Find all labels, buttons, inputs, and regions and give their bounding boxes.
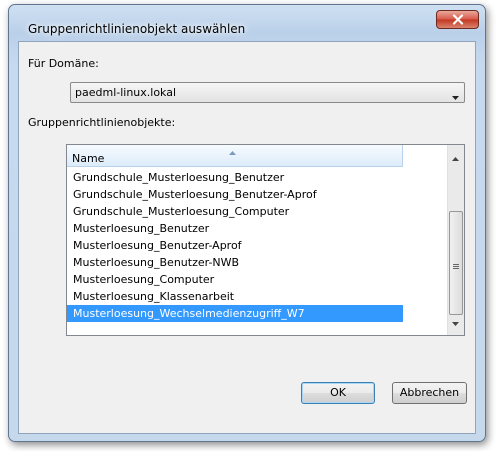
list-item[interactable]: Musterloesung_Benutzer-Aprof (67, 237, 403, 254)
list-item[interactable]: Grundschule_Musterloesung_Benutzer (67, 169, 403, 186)
gpo-label: Gruppenrichtlinienobjekte: (28, 116, 176, 129)
list-item[interactable]: Grundschule_Musterloesung_Benutzer-Aprof (67, 186, 403, 203)
title-bar[interactable]: Gruppenrichtlinienobjekt auswählen (9, 5, 485, 36)
scroll-down-icon[interactable] (452, 316, 459, 329)
chevron-down-icon (452, 90, 459, 103)
scrollbar-thumb[interactable] (449, 211, 463, 315)
domain-select-value: paedml-linux.lokal (75, 86, 177, 99)
list-item[interactable]: Grundschule_Musterloesung_Computer (67, 203, 403, 220)
column-header-label: Name (72, 152, 105, 165)
dialog-window: Gruppenrichtlinienobjekt auswählen Für D… (8, 4, 486, 442)
list-item[interactable]: Musterloesung_Benutzer-NWB (67, 254, 403, 271)
window-title: Gruppenrichtlinienobjekt auswählen (28, 22, 246, 36)
scroll-up-icon[interactable] (452, 151, 459, 164)
grip-icon (453, 260, 459, 273)
gpo-list[interactable]: Name Grundschule_Musterloesung_Benutzer G… (66, 144, 465, 336)
column-header-name[interactable]: Name (67, 145, 403, 167)
sort-ascending-icon (229, 145, 236, 158)
cancel-button[interactable]: Abbrechen (392, 382, 467, 404)
domain-label: Für Domäne: (28, 57, 99, 70)
vertical-scrollbar[interactable] (447, 145, 464, 335)
list-item[interactable]: Musterloesung_Benutzer (67, 220, 403, 237)
close-button[interactable] (436, 10, 479, 29)
ok-button[interactable]: OK (301, 382, 375, 404)
close-icon (452, 14, 464, 25)
list-item[interactable]: Musterloesung_Computer (67, 271, 403, 288)
list-item-selected[interactable]: Musterloesung_Wechselmedienzugriff_W7 (67, 305, 403, 322)
gpo-rows: Grundschule_Musterloesung_Benutzer Grunds… (67, 169, 403, 322)
dialog-client-area: Für Domäne: paedml-linux.lokal Gruppenri… (18, 41, 476, 434)
domain-select[interactable]: paedml-linux.lokal (70, 82, 465, 103)
list-item[interactable]: Musterloesung_Klassenarbeit (67, 288, 403, 305)
